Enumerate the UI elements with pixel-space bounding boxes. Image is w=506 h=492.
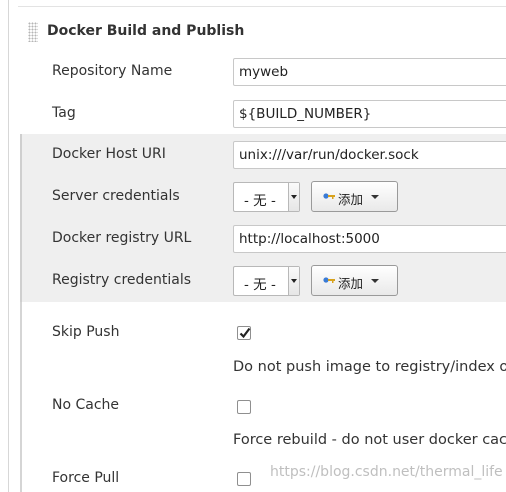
docker-host-block-bar: [20, 134, 22, 302]
docker-registry-url-label: Docker registry URL: [52, 230, 192, 246]
add-button-label: 添加: [338, 192, 364, 207]
key-icon: [323, 193, 335, 199]
caret-down-icon: [371, 195, 379, 199]
key-icon: [323, 277, 335, 283]
skip-push-description: Do not push image to registry/index on: [233, 359, 506, 375]
chevron-down-icon[interactable]: [288, 183, 299, 211]
registry-credentials-select[interactable]: - 无 -: [233, 266, 300, 296]
force-pull-label: Force Pull: [52, 470, 120, 486]
watermark: https://blog.csdn.net/thermal_life: [270, 464, 503, 480]
caret-down-icon: [371, 279, 379, 283]
repository-name-input[interactable]: myweb: [233, 58, 506, 86]
drag-handle-icon[interactable]: [28, 22, 38, 42]
no-cache-checkbox[interactable]: [237, 400, 251, 414]
section-title: Docker Build and Publish: [47, 23, 245, 39]
server-credentials-label: Server credentials: [52, 188, 180, 204]
server-credentials-add-button[interactable]: 添加: [311, 181, 398, 212]
docker-registry-url-input[interactable]: http://localhost:5000: [233, 225, 506, 253]
server-credentials-value: - 无 -: [244, 193, 276, 209]
docker-host-uri-label: Docker Host URI: [52, 146, 166, 162]
section-divider: [18, 6, 506, 7]
tag-input[interactable]: ${BUILD_NUMBER}: [233, 100, 506, 128]
force-pull-checkbox[interactable]: [237, 472, 251, 486]
skip-push-checkbox[interactable]: [237, 326, 251, 340]
checkmark-icon: [239, 327, 251, 339]
docker-host-uri-input[interactable]: unix:///var/run/docker.sock: [233, 141, 506, 169]
registry-credentials-add-button[interactable]: 添加: [311, 265, 398, 296]
skip-push-label: Skip Push: [52, 324, 120, 340]
no-cache-label: No Cache: [52, 397, 120, 413]
options-block-bar: [20, 302, 22, 492]
chevron-down-icon[interactable]: [288, 267, 299, 295]
repository-name-label: Repository Name: [52, 63, 173, 79]
registry-credentials-label: Registry credentials: [52, 272, 192, 288]
server-credentials-select[interactable]: - 无 -: [233, 182, 300, 212]
no-cache-description: Force rebuild - do not user docker cach: [233, 432, 506, 448]
add-button-label: 添加: [338, 276, 364, 291]
registry-credentials-value: - 无 -: [244, 277, 276, 293]
tag-label: Tag: [52, 105, 76, 121]
outer-border: [8, 0, 9, 492]
